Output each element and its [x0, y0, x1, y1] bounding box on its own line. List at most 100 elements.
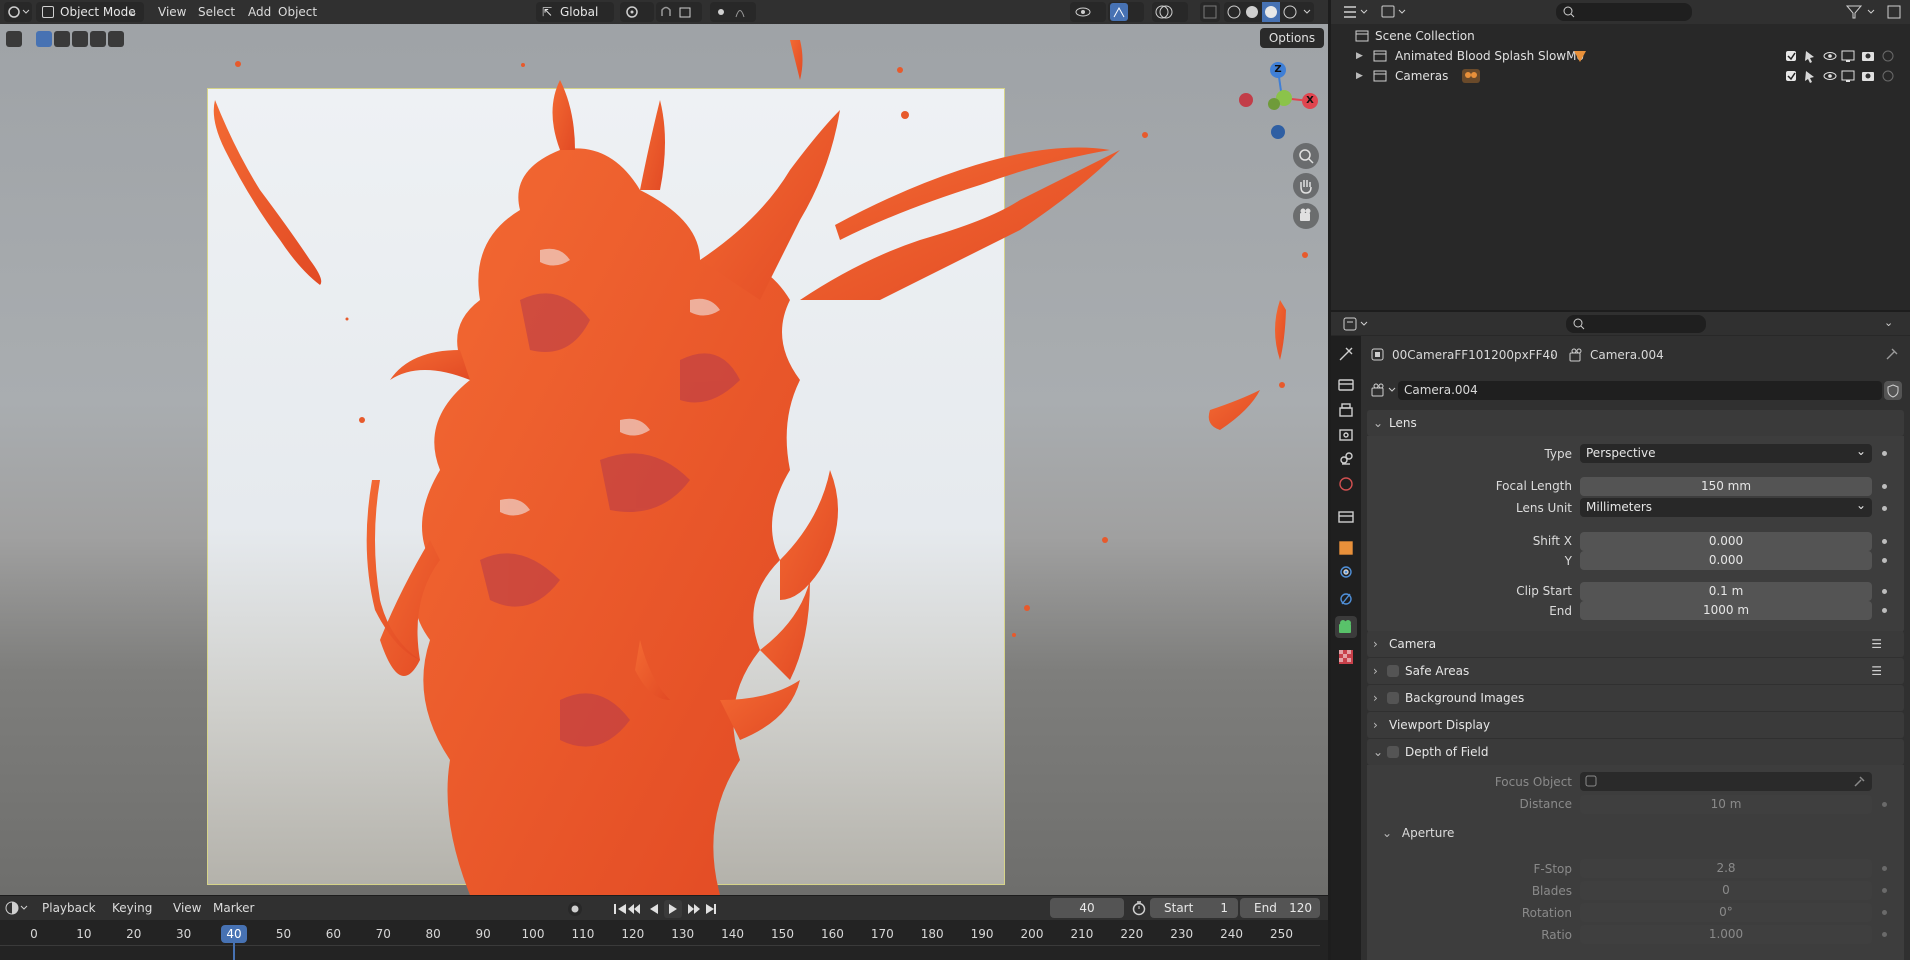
lens-unit-dropdown[interactable]: Millimeters ⌄ — [1580, 498, 1872, 517]
datablock-name-field[interactable]: Camera.004 — [1398, 381, 1882, 400]
record-icon[interactable] — [568, 902, 582, 916]
keyframe-dot[interactable] — [1882, 589, 1887, 594]
tool-toggle-icon[interactable] — [6, 31, 22, 47]
axis-x-label: X — [1306, 95, 1314, 106]
options-dropdown[interactable]: Options — [1260, 28, 1324, 48]
panel-lens-header[interactable]: ⌄ Lens — [1367, 410, 1904, 436]
end-frame-field[interactable]: End 120 — [1240, 898, 1320, 918]
distance-field[interactable]: 10 m — [1580, 795, 1872, 814]
menu-marker[interactable]: Marker — [213, 896, 254, 920]
xray-toggle[interactable] — [1200, 2, 1220, 22]
editor-type-button[interactable] — [4, 2, 32, 22]
keyframe-dot[interactable] — [1882, 888, 1887, 893]
keyframe-dot[interactable] — [1882, 866, 1887, 871]
panel-camera-header[interactable]: › Camera ☰ — [1367, 631, 1904, 657]
panel-dof-header[interactable]: ⌄ Depth of Field — [1367, 739, 1904, 765]
shift-y-field[interactable]: 0.000 — [1580, 551, 1872, 570]
overlays-toggle[interactable] — [1152, 2, 1188, 22]
ruler-tick-label: 80 — [425, 927, 441, 941]
dof-checkbox[interactable] — [1387, 746, 1399, 758]
current-frame-field[interactable]: 40 — [1050, 898, 1124, 918]
gizmo-toggle[interactable] — [1108, 2, 1144, 22]
timeline-editor-icon[interactable] — [4, 899, 30, 917]
mode-dropdown[interactable]: Object Mode ⌄ — [36, 2, 144, 22]
restriction-toggles[interactable] — [1784, 48, 1900, 88]
stopwatch-icon[interactable] — [1131, 900, 1147, 916]
pan-hand-icon[interactable] — [1293, 173, 1319, 199]
presets-list-icon[interactable]: ☰ — [1871, 631, 1882, 657]
scene-collection-label: Scene Collection — [1375, 29, 1475, 43]
start-frame-field[interactable]: Start 1 — [1150, 898, 1238, 918]
new-collection-icon[interactable] — [1884, 3, 1906, 21]
panel-background-images-header[interactable]: › Background Images — [1367, 685, 1904, 711]
ratio-field[interactable]: 1.000 — [1580, 925, 1872, 944]
menu-timeline-view[interactable]: View — [173, 896, 201, 920]
clip-end-field[interactable]: 1000 m — [1580, 601, 1872, 620]
expand-arrow-icon[interactable]: ▶ — [1356, 66, 1363, 86]
playback-controls[interactable] — [612, 900, 732, 918]
focus-object-field[interactable] — [1580, 772, 1872, 791]
pin-icon[interactable] — [1884, 346, 1900, 362]
shading-modes[interactable] — [1224, 2, 1314, 22]
menu-object[interactable]: Object — [278, 0, 317, 24]
keyframe-dot[interactable] — [1882, 539, 1887, 544]
3d-viewport[interactable]: Object Mode ⌄ View Select Add Object ⇱ G… — [0, 0, 1328, 895]
rotation-field[interactable]: 0° — [1580, 903, 1872, 922]
keyframe-dot[interactable] — [1882, 506, 1887, 511]
outliner-search-input[interactable] — [1556, 3, 1692, 21]
pivot-point-button[interactable] — [620, 2, 654, 22]
proportional-editing-button[interactable] — [710, 2, 756, 22]
transform-orientation-dropdown[interactable]: ⇱ Global — [536, 2, 614, 22]
fake-user-shield-icon[interactable] — [1884, 381, 1902, 400]
keyframe-dot[interactable] — [1882, 802, 1887, 807]
presets-list-icon[interactable]: ☰ — [1871, 658, 1882, 684]
properties-editor-icon[interactable] — [1342, 315, 1372, 333]
menu-add[interactable]: Add — [248, 0, 271, 24]
select-invert-icon[interactable] — [90, 31, 106, 47]
shift-x-field[interactable]: 0.000 — [1580, 532, 1872, 551]
clip-start-field[interactable]: 0.1 m — [1580, 582, 1872, 601]
zoom-icon[interactable] — [1293, 143, 1319, 169]
display-mode-icon[interactable] — [1380, 3, 1410, 21]
snap-button[interactable] — [656, 2, 702, 22]
expand-arrow-icon[interactable]: ▶ — [1356, 46, 1363, 66]
aperture-subpanel-header[interactable]: ⌄ Aperture — [1382, 826, 1454, 840]
panel-lens-title: Lens — [1389, 416, 1417, 430]
fstop-field[interactable]: 2.8 — [1580, 859, 1872, 878]
datablock-browse-icon[interactable] — [1370, 381, 1400, 399]
ruler-tick-label: 150 — [771, 927, 794, 941]
visibility-dropdown[interactable] — [1070, 2, 1106, 22]
menu-playback[interactable]: Playback — [42, 896, 96, 920]
outliner-editor-icon[interactable] — [1342, 3, 1372, 21]
select-new-icon[interactable] — [36, 31, 52, 47]
blades-field[interactable]: 0 — [1580, 881, 1872, 900]
menu-select[interactable]: Select — [198, 0, 235, 24]
safe-areas-checkbox[interactable] — [1387, 665, 1399, 677]
select-subtract-icon[interactable] — [72, 31, 88, 47]
filter-icon[interactable] — [1844, 3, 1884, 21]
menu-view[interactable]: View — [158, 0, 186, 24]
camera-view-icon[interactable] — [1293, 203, 1319, 229]
object-icon — [1585, 775, 1597, 787]
keyframe-dot[interactable] — [1882, 558, 1887, 563]
menu-keying[interactable]: Keying — [112, 896, 152, 920]
type-value: Perspective — [1586, 446, 1656, 460]
keyframe-dot[interactable] — [1882, 608, 1887, 613]
keyframe-dot[interactable] — [1882, 451, 1887, 456]
panel-viewport-display-header[interactable]: › Viewport Display — [1367, 712, 1904, 738]
panel-safe-areas-header[interactable]: › Safe Areas ☰ — [1367, 658, 1904, 684]
properties-search-input[interactable] — [1566, 315, 1706, 333]
chevron-down-icon[interactable]: ⌄ — [1884, 316, 1893, 329]
ruler-tick-label: 240 — [1220, 927, 1244, 941]
ruler-divider — [0, 945, 1320, 946]
focal-length-field[interactable]: 150 mm — [1580, 477, 1872, 496]
keyframe-dot[interactable] — [1882, 932, 1887, 937]
properties-tab-icons[interactable] — [1334, 344, 1360, 704]
select-extend-icon[interactable] — [54, 31, 70, 47]
type-dropdown[interactable]: Perspective ⌄ — [1580, 444, 1872, 463]
background-images-checkbox[interactable] — [1387, 692, 1399, 704]
keyframe-dot[interactable] — [1882, 484, 1887, 489]
select-intersect-icon[interactable] — [108, 31, 124, 47]
scene-collection-row[interactable]: Scene Collection — [1352, 26, 1892, 46]
keyframe-dot[interactable] — [1882, 910, 1887, 915]
